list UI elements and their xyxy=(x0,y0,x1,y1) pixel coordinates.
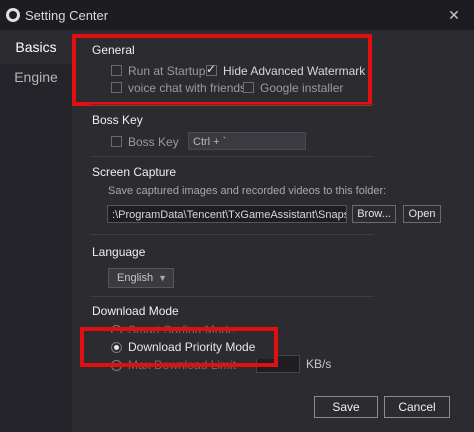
screen-capture-description: Save captured images and recorded videos… xyxy=(108,185,387,197)
close-icon[interactable]: ✕ xyxy=(444,5,464,25)
screen-capture-section-title: Screen Capture xyxy=(92,165,177,179)
language-section-title: Language xyxy=(92,245,146,259)
app-logo-icon xyxy=(6,8,20,22)
divider xyxy=(90,234,374,235)
boss-key-checkbox[interactable] xyxy=(111,136,122,147)
divider xyxy=(90,156,374,157)
general-highlight-box xyxy=(72,34,372,106)
language-selected-value: English xyxy=(117,272,154,284)
cancel-button[interactable]: Cancel xyxy=(384,396,450,418)
sidebar-tab-basics[interactable]: Basics xyxy=(0,30,72,64)
divider xyxy=(90,296,374,297)
sidebar-tab-engine[interactable]: Engine xyxy=(0,60,72,94)
sidebar: Basics Engine xyxy=(0,30,72,432)
download-priority-highlight-box xyxy=(80,327,278,367)
open-folder-button[interactable]: Open xyxy=(403,205,441,223)
window-title: Setting Center xyxy=(25,8,109,23)
download-mode-section-title: Download Mode xyxy=(92,304,179,318)
language-select[interactable]: English ▼ xyxy=(108,268,174,288)
boss-key-section-title: Boss Key xyxy=(92,113,143,127)
save-button[interactable]: Save xyxy=(314,396,378,418)
browse-button[interactable]: Brow... xyxy=(352,205,396,223)
boss-key-shortcut-input[interactable]: Ctrl + ` xyxy=(188,132,306,150)
title-bar: Setting Center ✕ xyxy=(0,0,474,30)
speed-unit-label: KB/s xyxy=(306,357,332,371)
boss-key-label: Boss Key xyxy=(128,135,179,149)
chevron-down-icon: ▼ xyxy=(158,273,167,283)
divider xyxy=(90,104,374,105)
capture-folder-path-input[interactable]: :\ProgramData\Tencent\TxGameAssistant\Sn… xyxy=(107,205,347,223)
